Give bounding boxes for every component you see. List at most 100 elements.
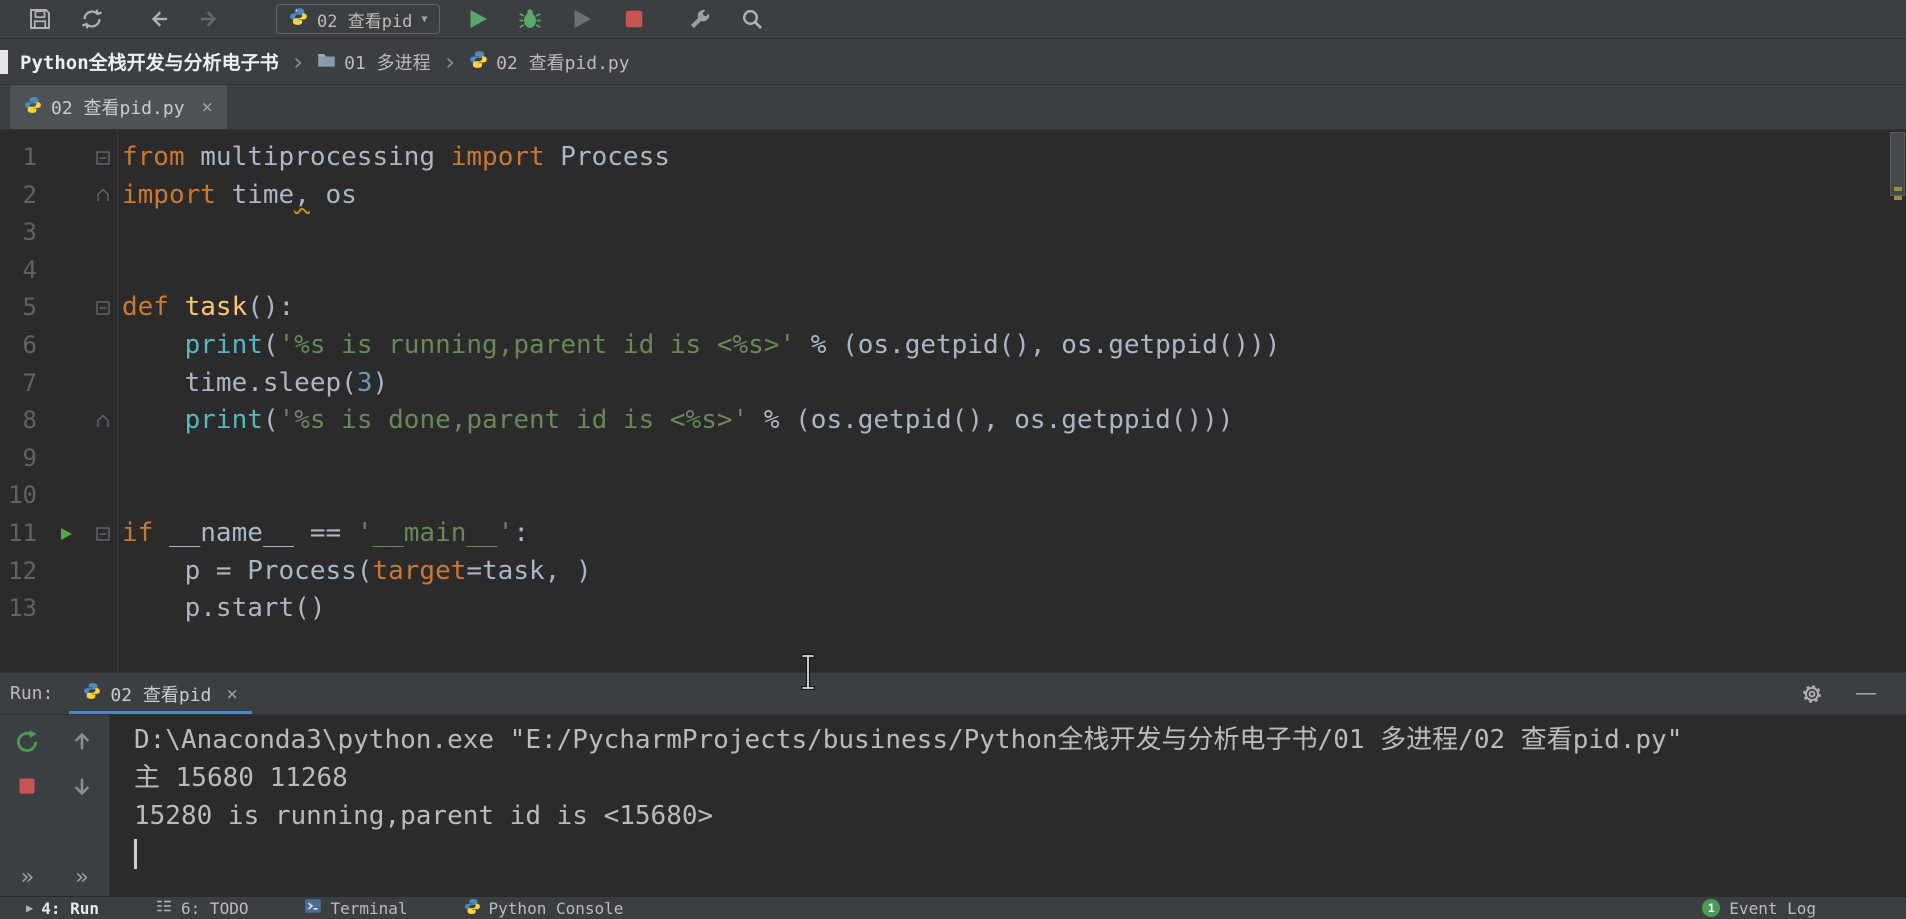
settings-wrench-button[interactable]	[686, 5, 714, 33]
console-line[interactable]: D:\Anaconda3\python.exe "E:/PycharmProje…	[134, 721, 1906, 759]
code-text[interactable]: p = Process(target=task, )	[118, 553, 592, 591]
fold-start-icon[interactable]	[88, 289, 118, 327]
code-token: os	[309, 179, 357, 210]
run-button[interactable]	[464, 5, 492, 33]
code-text[interactable]: if __name__ == '__main__':	[118, 515, 529, 553]
play-icon: ▶	[26, 901, 34, 915]
line-number[interactable]: 1	[0, 139, 44, 177]
code-text[interactable]: from multiprocessing import Process	[118, 139, 670, 177]
editor[interactable]: 1 from multiprocessing import Process 2 imp…	[0, 130, 1906, 672]
up-stack-button[interactable]	[69, 729, 95, 755]
breadcrumb-file[interactable]: 02 查看pid.py	[469, 49, 630, 75]
code-line[interactable]: 12 p = Process(target=task, )	[0, 553, 1906, 591]
back-button[interactable]	[144, 5, 172, 33]
toolwindow-button-python-console[interactable]: Python Console	[464, 898, 624, 919]
line-number[interactable]: 3	[0, 214, 44, 252]
console-output[interactable]: D:\Anaconda3\python.exe "E:/PycharmProje…	[110, 715, 1906, 896]
console-line[interactable]: 15280 is running,parent id is <15680>	[134, 797, 1906, 835]
event-log-area[interactable]: 1 Event Log	[1702, 899, 1816, 918]
navigation-bar: Python全栈开发与分析电子书 › 01 多进程 › 02 查看pid.py	[0, 39, 1906, 85]
code-text[interactable]	[118, 214, 122, 252]
breadcrumb-folder[interactable]: 01 多进程	[317, 49, 431, 75]
code-text[interactable]: import time, os	[118, 177, 357, 215]
line-number[interactable]: 2	[0, 177, 44, 215]
code-line[interactable]: 10	[0, 477, 1906, 515]
code-line[interactable]: 6 print('%s is running,parent id is <%s>…	[0, 327, 1906, 365]
line-number[interactable]: 12	[0, 553, 44, 591]
fold-start-icon[interactable]	[88, 139, 118, 177]
run-panel-header: Run: 02 查看pid × —	[0, 672, 1906, 715]
code-text[interactable]: def task():	[118, 289, 294, 327]
code-token: % (os.getpid(), os.getppid()))	[795, 329, 1281, 360]
line-number[interactable]: 6	[0, 327, 44, 365]
code-text[interactable]	[118, 440, 122, 478]
run-coverage-button[interactable]	[568, 5, 596, 33]
code-token: print	[184, 329, 263, 360]
code-token: print	[184, 405, 263, 436]
code-token: (	[262, 405, 279, 436]
fold-start-icon[interactable]	[88, 515, 118, 553]
warning-stripe-mark[interactable]	[1894, 187, 1902, 191]
warning-stripe-mark[interactable]	[1894, 196, 1902, 200]
stop-button[interactable]	[620, 5, 648, 33]
line-number[interactable]: 5	[0, 289, 44, 327]
gutter-space	[44, 402, 88, 440]
code-line[interactable]: 1 from multiprocessing import Process	[0, 139, 1906, 177]
minimize-button[interactable]: —	[1852, 680, 1880, 708]
line-number[interactable]: 4	[0, 252, 44, 290]
fold-space	[88, 327, 118, 365]
gutter-space	[44, 327, 88, 365]
code-line[interactable]: 8 print('%s is done,parent id is <%s>' %…	[0, 402, 1906, 440]
code-line[interactable]: 7 time.sleep(3)	[0, 365, 1906, 403]
line-number[interactable]: 13	[0, 590, 44, 628]
code-text[interactable]: print('%s is running,parent id is <%s>' …	[118, 327, 1281, 365]
fold-end-icon[interactable]	[88, 402, 118, 440]
line-number[interactable]: 11	[0, 515, 44, 553]
more-actions-chevron[interactable]: »	[21, 865, 34, 890]
more-actions-chevron[interactable]: »	[75, 865, 88, 890]
editor-tab[interactable]: 02 查看pid.py ×	[10, 85, 227, 129]
fold-end-icon[interactable]	[88, 177, 118, 215]
console-caret-line[interactable]	[134, 835, 1906, 873]
code-text[interactable]: print('%s is done,parent id is <%s>' % (…	[118, 402, 1234, 440]
console-line[interactable]: 主 15680 11268	[134, 759, 1906, 797]
synchronize-button[interactable]	[78, 5, 106, 33]
code-line[interactable]: 2 import time, os	[0, 177, 1906, 215]
code-line[interactable]: 13 p.start()	[0, 590, 1906, 628]
stop-process-button[interactable]	[14, 773, 40, 799]
run-config-selector[interactable]: 02 查看pid ▼	[276, 4, 441, 34]
run-line-icon[interactable]	[44, 515, 88, 553]
code-text[interactable]: time.sleep(3)	[118, 365, 389, 403]
code-token: time.sleep(	[122, 367, 357, 398]
pycharm-window: 02 查看pid ▼ Python全栈开发与分析电子书 › 01 多进程 › 0…	[0, 0, 1906, 919]
code-text[interactable]: p.start()	[118, 590, 326, 628]
toolwindow-button-run[interactable]: ▶ 4: Run	[26, 899, 99, 918]
search-everywhere-button[interactable]	[738, 5, 766, 33]
down-stack-button[interactable]	[69, 773, 95, 799]
gutter-space	[44, 590, 88, 628]
rerun-button[interactable]	[14, 729, 40, 755]
code-line[interactable]: 4	[0, 252, 1906, 290]
debug-button[interactable]	[516, 5, 544, 33]
code-text[interactable]	[118, 252, 122, 290]
code-line[interactable]: 9	[0, 440, 1906, 478]
breadcrumb-project[interactable]: Python全栈开发与分析电子书	[20, 48, 279, 75]
save-all-button[interactable]	[26, 5, 54, 33]
forward-button[interactable]	[196, 5, 224, 33]
line-number[interactable]: 9	[0, 440, 44, 478]
line-number[interactable]: 10	[0, 477, 44, 515]
code-line[interactable]: 3	[0, 214, 1906, 252]
code-text[interactable]	[118, 477, 122, 515]
line-number[interactable]: 8	[0, 402, 44, 440]
toolwindow-button-todo[interactable]: 6: TODO	[155, 897, 248, 919]
toolwindow-python-console-label: Python Console	[488, 898, 624, 918]
close-icon[interactable]: ×	[202, 96, 213, 118]
line-number[interactable]: 7	[0, 365, 44, 403]
code-token: '%s is running,parent id is <%s>'	[278, 329, 796, 360]
close-icon[interactable]: ×	[226, 683, 237, 705]
toolwindow-button-terminal[interactable]: Terminal	[304, 897, 408, 919]
settings-gear-button[interactable]	[1798, 680, 1826, 708]
code-line[interactable]: 11 if __name__ == '__main__':	[0, 515, 1906, 553]
run-tab[interactable]: 02 查看pid ×	[69, 673, 253, 714]
code-line[interactable]: 5 def task():	[0, 289, 1906, 327]
